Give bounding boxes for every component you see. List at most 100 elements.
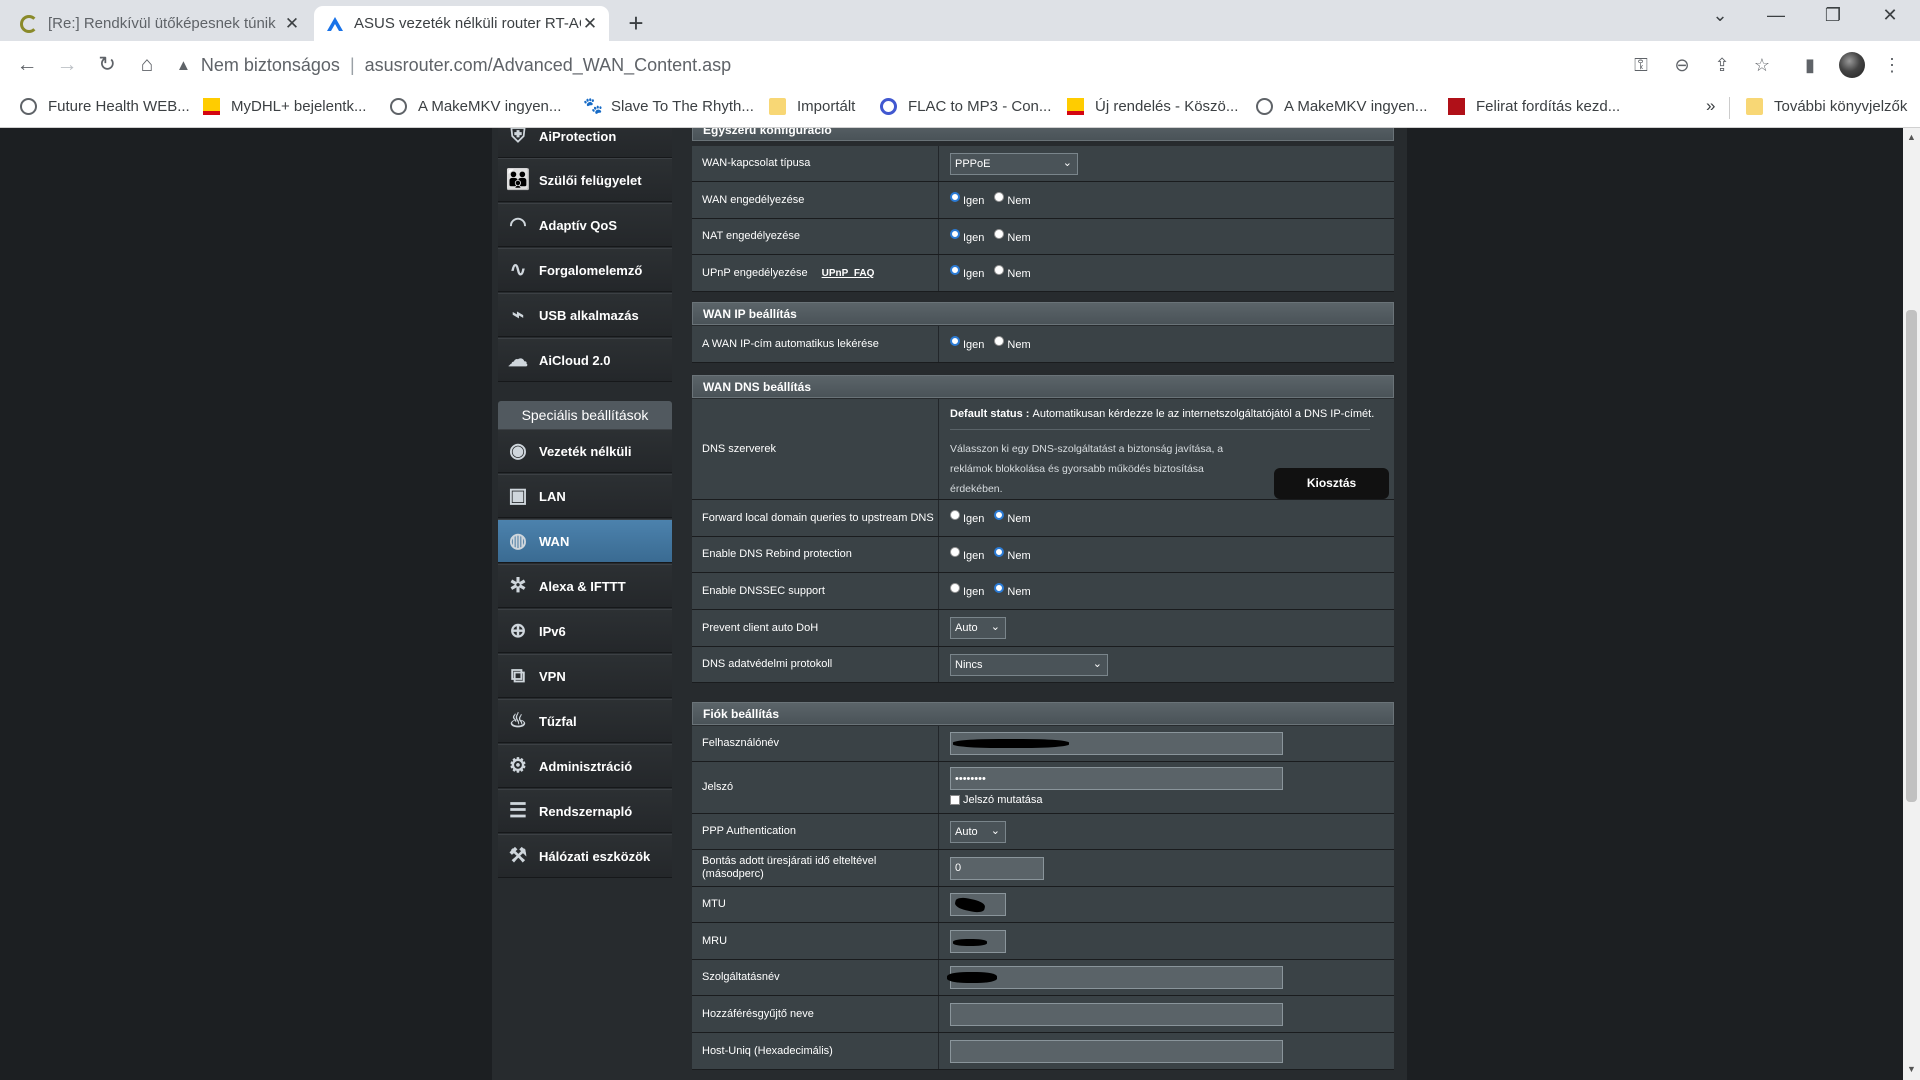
bookmark[interactable]: Future Health WEB... bbox=[20, 98, 190, 115]
tab-title: ASUS vezeték nélküli router RT-AC bbox=[354, 15, 581, 32]
close-tab-icon[interactable]: ✕ bbox=[581, 14, 599, 34]
restore-icon[interactable]: ❐ bbox=[1813, 5, 1853, 35]
bookmark-folder[interactable]: Importált bbox=[769, 98, 855, 115]
dns-privacy-select[interactable]: Nincs ⌄ bbox=[950, 653, 1108, 676]
idle-timeout-input[interactable]: 0 bbox=[950, 856, 1044, 880]
menu-item-admin[interactable]: ⚙ Adminisztráció bbox=[498, 744, 672, 788]
assign-dns-button[interactable]: Kiosztás bbox=[1274, 468, 1389, 499]
new-tab-icon[interactable]: + bbox=[624, 8, 648, 39]
dnssec-yes-radio[interactable] bbox=[950, 583, 960, 593]
forward-yes-radio[interactable] bbox=[950, 510, 960, 520]
show-password-checkbox[interactable] bbox=[950, 795, 960, 805]
forward-no-radio[interactable] bbox=[994, 510, 1005, 520]
menu-item-qos[interactable]: ◠ Adaptív QoS bbox=[498, 203, 672, 247]
auto-doh-select[interactable]: Auto ⌄ bbox=[950, 617, 1006, 639]
menu-item-parental[interactable]: 👪 Szülői felügyelet bbox=[498, 158, 672, 202]
bookmark[interactable]: A MakeMKV ingyen... bbox=[1256, 98, 1427, 115]
url-separator: | bbox=[349, 54, 355, 75]
auto-ip-yes-radio[interactable] bbox=[950, 336, 960, 346]
tab-inactive[interactable]: [Re:] Rendkívül ütőképesnek túnik ✕ bbox=[8, 6, 311, 41]
minimize-icon[interactable]: — bbox=[1756, 5, 1796, 35]
menu-item-usb[interactable]: ⌁ USB alkalmazás bbox=[498, 293, 672, 337]
menu-icon[interactable]: ⋮ bbox=[1880, 53, 1904, 77]
folder-icon bbox=[1746, 98, 1763, 115]
share-icon[interactable]: ⇪ bbox=[1710, 53, 1734, 77]
scrollbar-thumb[interactable] bbox=[1906, 310, 1917, 802]
menu-item-ipv6[interactable]: ⊕ IPv6 bbox=[498, 609, 672, 653]
url-text[interactable]: asusrouter.com/Advanced_WAN_Content.asp bbox=[365, 55, 732, 76]
back-icon[interactable]: ← bbox=[13, 51, 41, 79]
star-icon[interactable]: ☆ bbox=[1750, 53, 1774, 77]
rebind-no-radio[interactable] bbox=[994, 546, 1005, 557]
key-icon[interactable]: ⚿ bbox=[1629, 53, 1653, 77]
radio-label: Igen bbox=[963, 339, 985, 351]
warning-icon: ▲ bbox=[176, 56, 191, 74]
service-name-label: Szolgáltatásnév bbox=[692, 960, 939, 995]
bookmark[interactable]: FLAC to MP3 - Con... bbox=[880, 98, 1051, 115]
password-input[interactable]: •••••••• bbox=[950, 767, 1283, 790]
auto-ip-no-radio[interactable] bbox=[994, 336, 1005, 346]
fire-icon: ♨ bbox=[509, 710, 527, 732]
upnp-faq-link[interactable]: UPnP_FAQ bbox=[822, 267, 875, 280]
mtu-input[interactable] bbox=[950, 893, 1006, 916]
page-scrollbar[interactable]: ▲ ▼ bbox=[1903, 128, 1920, 1080]
scroll-down-icon[interactable]: ▼ bbox=[1907, 1064, 1916, 1074]
menu-item-aicloud[interactable]: ☁ AiCloud 2.0 bbox=[498, 338, 672, 382]
chevron-more-icon[interactable]: » bbox=[1706, 96, 1715, 116]
scroll-up-icon[interactable]: ▲ bbox=[1907, 132, 1916, 142]
nat-no-radio[interactable] bbox=[994, 228, 1005, 239]
other-bookmarks-folder[interactable]: További könyvjelzők bbox=[1746, 98, 1907, 115]
row-auto-ip: A WAN IP-cím automatikus lekérése Igen Ne… bbox=[692, 326, 1394, 363]
menu-item-aiprotection[interactable]: ⛨ AiProtection bbox=[498, 128, 672, 158]
menu-item-alexa[interactable]: ✲ Alexa & IFTTT bbox=[498, 564, 672, 608]
reload-icon[interactable]: ↻ bbox=[93, 51, 121, 79]
row-nat-enable: NAT engedélyezése Igen Nem bbox=[692, 219, 1394, 255]
home-icon[interactable]: ⌂ bbox=[133, 51, 161, 79]
menu-item-vpn[interactable]: ⧉ VPN bbox=[498, 654, 672, 698]
menu-item-lan[interactable]: ▣ LAN bbox=[498, 474, 672, 518]
menu-item-traffic[interactable]: ∿ Forgalomelemző bbox=[498, 248, 672, 292]
divider bbox=[950, 429, 1370, 430]
bookmark[interactable]: MyDHL+ bejelentk... bbox=[203, 98, 366, 115]
menu-item-wireless[interactable]: ◉ Vezeték nélküli bbox=[498, 429, 672, 473]
mru-input[interactable] bbox=[950, 929, 1006, 953]
zoom-icon[interactable]: ⊖ bbox=[1670, 53, 1694, 77]
alexa-icon: ✲ bbox=[509, 575, 527, 597]
wan-type-label: WAN-kapcsolat típusa bbox=[692, 146, 939, 181]
radio-label: Nem bbox=[1007, 513, 1031, 525]
menu-item-syslog[interactable]: ☰ Rendszernapló bbox=[498, 789, 672, 833]
profile-avatar[interactable] bbox=[1839, 52, 1865, 78]
lan-icon: ▣ bbox=[508, 485, 528, 507]
security-label[interactable]: Nem biztonságos bbox=[201, 55, 340, 76]
wan-type-select[interactable]: PPPoE ⌄ bbox=[950, 152, 1078, 175]
menu-item-firewall[interactable]: ♨ Tűzfal bbox=[498, 699, 672, 743]
nat-yes-radio[interactable] bbox=[950, 228, 960, 239]
bookmark[interactable]: A MakeMKV ingyen... bbox=[390, 98, 561, 115]
menu-item-network-tools[interactable]: ⚒ Hálózati eszközök bbox=[498, 834, 672, 878]
ac-name-input[interactable] bbox=[950, 1002, 1283, 1026]
address-bar[interactable]: ▲ Nem biztonságos | asusrouter.com/Advan… bbox=[176, 45, 1606, 85]
tab-search-icon[interactable]: ⌄ bbox=[1700, 5, 1740, 35]
dnssec-no-radio[interactable] bbox=[994, 583, 1005, 593]
ppp-auth-select[interactable]: Auto ⌄ bbox=[950, 820, 1006, 843]
username-input[interactable] bbox=[950, 732, 1283, 755]
bookmark[interactable]: Felirat fordítás kezd... bbox=[1448, 98, 1620, 115]
ppp-auth-label: PPP Authentication bbox=[692, 814, 939, 849]
service-name-input[interactable] bbox=[947, 966, 1283, 989]
forward-icon[interactable]: → bbox=[53, 51, 81, 79]
tab-active[interactable]: ASUS vezeték nélküli router RT-AC ✕ bbox=[314, 6, 609, 41]
close-tab-icon[interactable]: ✕ bbox=[283, 14, 301, 34]
upnp-yes-radio[interactable] bbox=[950, 265, 960, 275]
side-panel-icon[interactable]: ▮ bbox=[1798, 53, 1822, 77]
bookmarks-bar: Future Health WEB... MyDHL+ bejelentk...… bbox=[0, 89, 1920, 128]
wan-enable-yes-radio[interactable] bbox=[950, 192, 960, 202]
rebind-yes-radio[interactable] bbox=[950, 546, 960, 557]
upnp-no-radio[interactable] bbox=[994, 265, 1005, 275]
host-uniq-input[interactable] bbox=[950, 1039, 1283, 1063]
dns-servers-label: DNS szerverek bbox=[692, 399, 939, 499]
menu-item-wan[interactable]: ◍ WAN bbox=[498, 519, 672, 563]
bookmark[interactable]: 🐾 Slave To The Rhyth... bbox=[583, 98, 754, 115]
close-window-icon[interactable]: ✕ bbox=[1870, 5, 1910, 35]
wan-enable-no-radio[interactable] bbox=[994, 192, 1005, 202]
bookmark[interactable]: Új rendelés - Köszö... bbox=[1067, 98, 1238, 115]
